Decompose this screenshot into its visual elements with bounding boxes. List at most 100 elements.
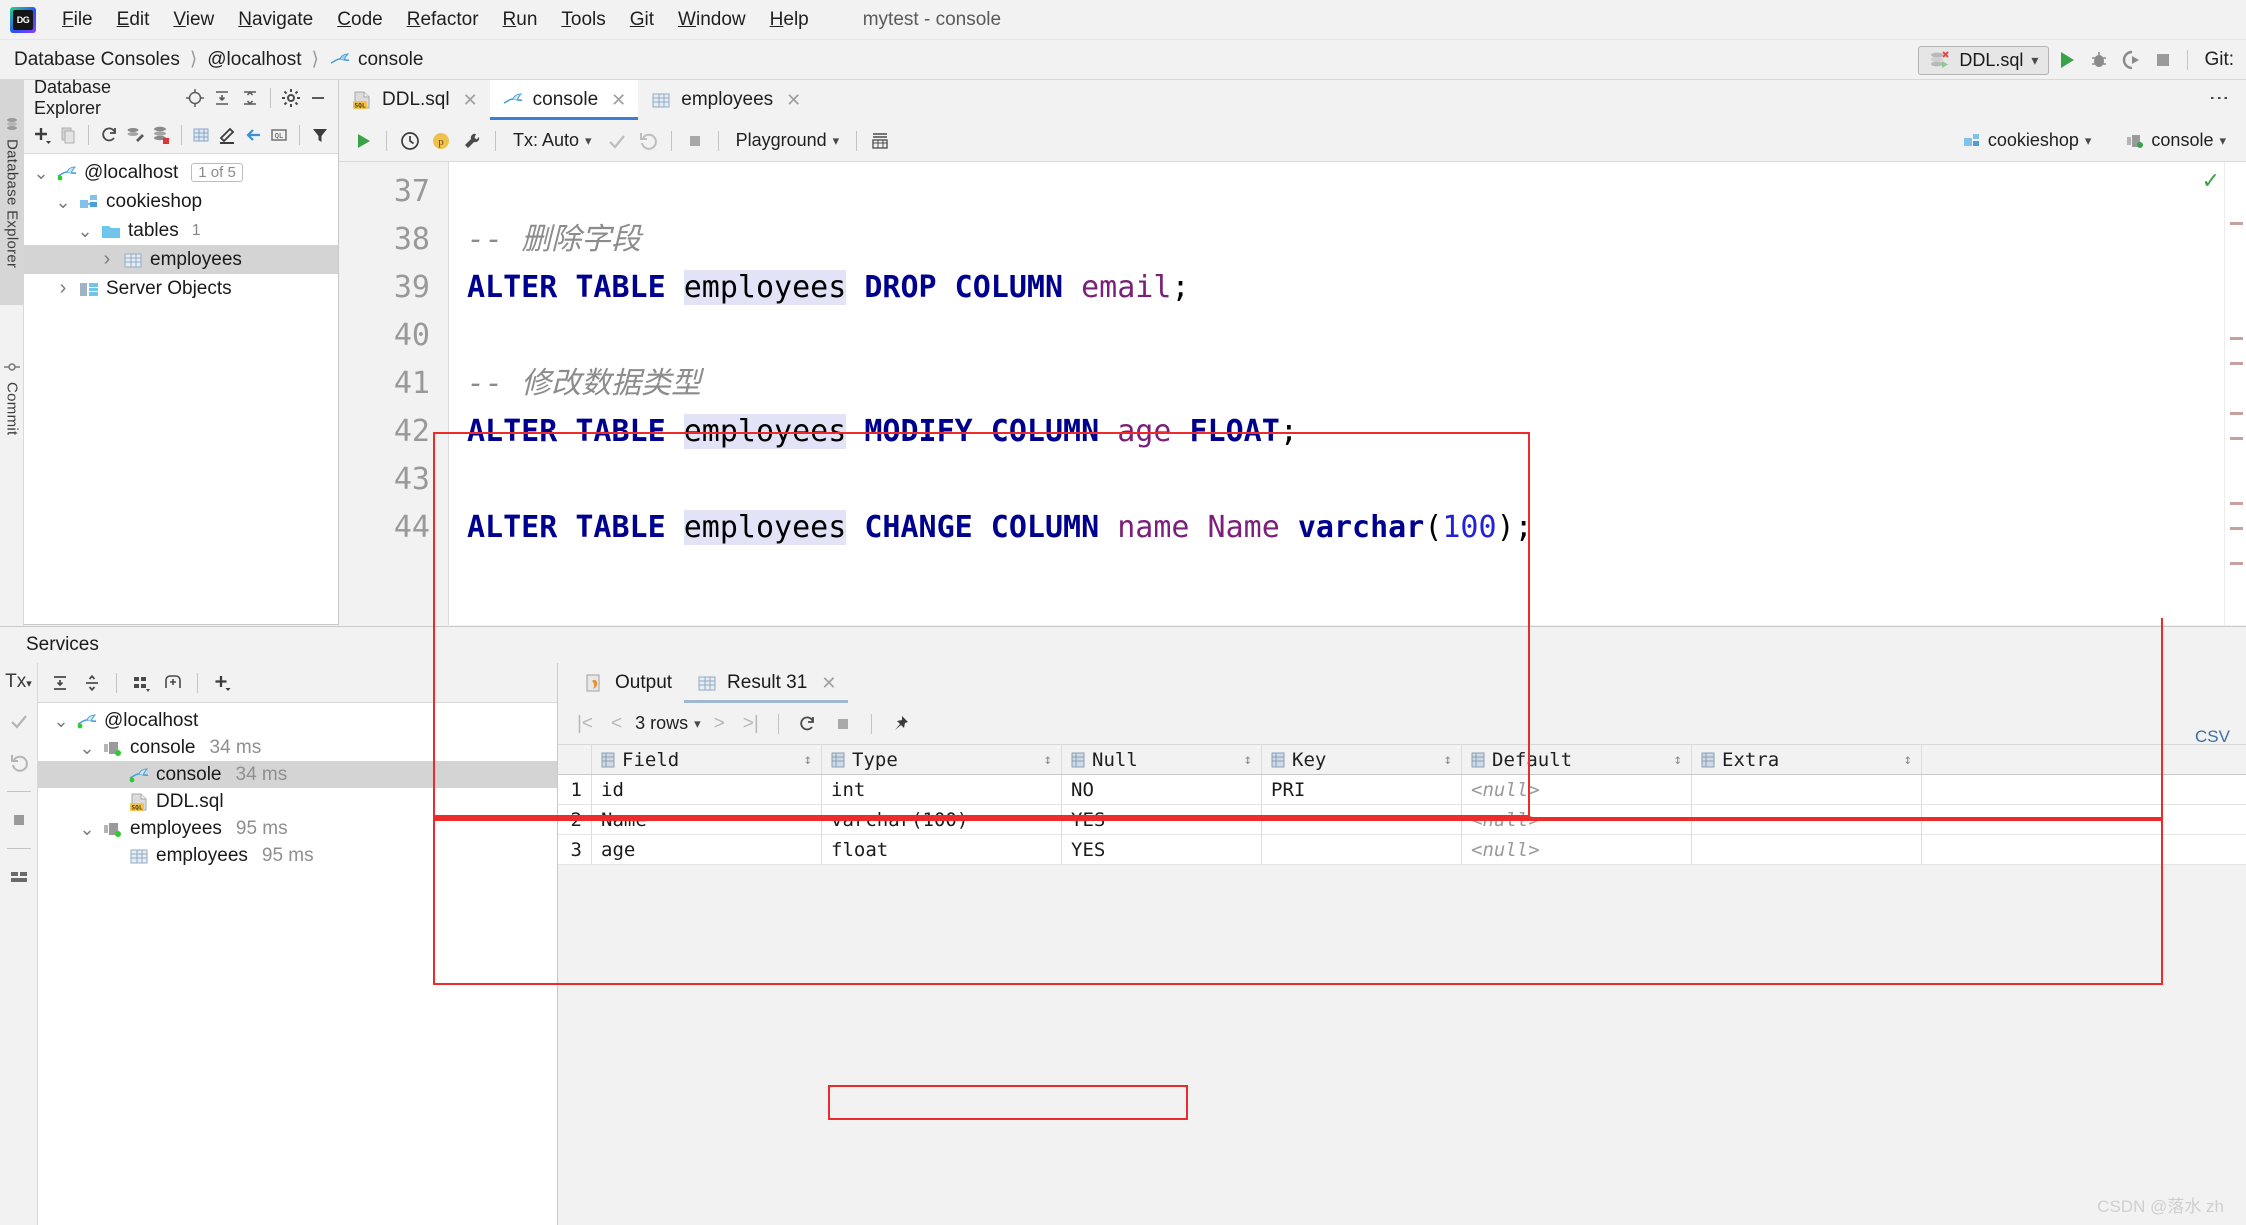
expand-all-icon[interactable]	[46, 669, 74, 697]
collapse-all-icon[interactable]	[236, 84, 264, 112]
expand-all-icon[interactable]	[209, 84, 237, 112]
table-cell-default[interactable]: <null>	[1462, 805, 1692, 834]
table-cell-type[interactable]: float	[822, 835, 1062, 864]
table-editor-icon[interactable]	[189, 121, 213, 149]
jump-to-icon[interactable]	[241, 121, 265, 149]
services-tree-item[interactable]: console 34 ms	[38, 761, 557, 788]
sql-code-text[interactable]: -- 删除字段 ALTER TABLE employees DROP COLUMN…	[449, 162, 2246, 625]
result-tab-output[interactable]: Output	[572, 663, 684, 703]
menu-item-file[interactable]: File	[50, 5, 105, 35]
sort-icon[interactable]: ↕	[1444, 752, 1452, 768]
table-cell-default[interactable]: <null>	[1462, 775, 1692, 804]
tree-item-localhost[interactable]: ⌄ @localhost 1 of 5	[24, 158, 338, 187]
breadcrumb-item-localhost[interactable]: @localhost	[207, 49, 301, 71]
session-selector[interactable]: console ▾	[2117, 130, 2234, 151]
layout-icon[interactable]	[5, 863, 33, 891]
tree-item-serverobjects[interactable]: › Server Objects	[24, 274, 338, 303]
query-console-icon[interactable]: QL	[267, 121, 291, 149]
menu-item-git[interactable]: Git	[618, 5, 666, 35]
services-tree-item[interactable]: ⌄ @localhost	[38, 707, 557, 734]
table-row[interactable]: 3 age float YES <null>	[558, 835, 2246, 865]
editor-tab-console[interactable]: console ✕	[489, 80, 639, 120]
sidebar-item-database-explorer[interactable]: Database Explorer	[0, 80, 24, 305]
export-format-label[interactable]: CSV	[2195, 727, 2230, 747]
code-line[interactable]	[467, 312, 2246, 360]
menu-item-view[interactable]: View	[161, 5, 226, 35]
pin-icon[interactable]	[886, 710, 914, 738]
column-header-field[interactable]: Field ↕	[592, 745, 822, 774]
locate-icon[interactable]	[181, 84, 209, 112]
result-grid[interactable]: Field ↕ Type ↕ Null ↕ Key ↕ Default ↕ Extra ↕ 1 id int…	[558, 745, 2246, 865]
database-selector[interactable]: cookieshop ▾	[1954, 130, 2100, 151]
menu-item-code[interactable]: Code	[325, 5, 394, 35]
prev-page-button[interactable]: <	[606, 713, 627, 735]
hide-panel-icon[interactable]	[304, 84, 332, 112]
sort-icon[interactable]: ↕	[804, 752, 812, 768]
group-icon[interactable]	[127, 669, 155, 697]
run-configuration-selector[interactable]: DDL.sql ▾	[1918, 45, 2050, 75]
chevron-down-icon[interactable]: ⌄	[52, 712, 70, 730]
collapse-all-icon[interactable]	[78, 669, 106, 697]
menu-item-edit[interactable]: Edit	[105, 5, 162, 35]
last-page-button[interactable]: >|	[738, 713, 764, 735]
stop-icon[interactable]	[2149, 46, 2177, 74]
menu-item-refactor[interactable]: Refactor	[395, 5, 491, 35]
services-tree-item[interactable]: ⌄ employees 95 ms	[38, 815, 557, 842]
code-line[interactable]: ALTER TABLE employees CHANGE COLUMN name…	[467, 504, 2246, 552]
row-count-selector[interactable]: 3 rows ▾	[635, 713, 701, 734]
result-tab-result-31[interactable]: Result 31 ✕	[684, 663, 849, 703]
table-cell-extra[interactable]	[1692, 835, 1922, 864]
table-cell-field[interactable]: age	[592, 835, 822, 864]
table-row[interactable]: 1 id int NO PRI <null>	[558, 775, 2246, 805]
debug-icon[interactable]	[2085, 46, 2113, 74]
wrench-icon[interactable]	[458, 127, 486, 155]
menu-item-navigate[interactable]: Navigate	[226, 5, 325, 35]
tx-dropdown[interactable]: Tx▾	[5, 671, 32, 693]
menu-item-window[interactable]: Window	[666, 5, 758, 35]
close-icon[interactable]: ✕	[786, 90, 801, 111]
table-cell-field[interactable]: Name	[592, 805, 822, 834]
chevron-down-icon[interactable]: ⌄	[54, 193, 72, 211]
breadcrumb-item-console[interactable]: console	[329, 49, 423, 71]
table-cell-key[interactable]: PRI	[1262, 775, 1462, 804]
chevron-down-icon[interactable]: ⌄	[78, 739, 96, 757]
sidebar-item-commit[interactable]: Commit	[0, 310, 24, 485]
column-header-null[interactable]: Null ↕	[1062, 745, 1262, 774]
datasource-modify-icon[interactable]	[123, 121, 147, 149]
table-cell-type[interactable]: varchar(100)	[822, 805, 1062, 834]
add-tab-icon[interactable]	[159, 669, 187, 697]
refresh-icon[interactable]	[97, 121, 121, 149]
menu-item-run[interactable]: Run	[491, 5, 550, 35]
chevron-right-icon[interactable]: ›	[98, 248, 116, 271]
next-page-button[interactable]: >	[709, 713, 730, 735]
menu-item-tools[interactable]: Tools	[549, 5, 617, 35]
history-icon[interactable]	[396, 127, 424, 155]
tree-item-cookieshop[interactable]: ⌄ cookieshop	[24, 187, 338, 216]
menu-item-help[interactable]: Help	[758, 5, 821, 35]
editor-tab-employees[interactable]: employees ✕	[638, 80, 814, 120]
transaction-mode-selector[interactable]: Tx: Auto ▾	[505, 130, 600, 151]
column-header-key[interactable]: Key ↕	[1262, 745, 1462, 774]
tree-item-tables[interactable]: ⌄ tables 1	[24, 216, 338, 245]
inspection-status-icon[interactable]: ✓	[2202, 168, 2220, 194]
run-with-coverage-icon[interactable]	[2117, 46, 2145, 74]
table-cell-type[interactable]: int	[822, 775, 1062, 804]
chevron-down-icon[interactable]: ⌄	[76, 222, 94, 240]
column-header-default[interactable]: Default ↕	[1462, 745, 1692, 774]
code-line[interactable]	[467, 168, 2246, 216]
editor-marker-scrollbar[interactable]	[2224, 162, 2246, 625]
sort-icon[interactable]: ↕	[1904, 752, 1912, 768]
output-layout-icon[interactable]	[866, 127, 894, 155]
table-cell-null[interactable]: YES	[1062, 835, 1262, 864]
services-tree-item[interactable]: employees 95 ms	[38, 842, 557, 869]
first-page-button[interactable]: |<	[572, 713, 598, 735]
execute-icon[interactable]	[349, 127, 377, 155]
code-line[interactable]: ALTER TABLE employees DROP COLUMN email;	[467, 264, 2246, 312]
code-line[interactable]	[467, 456, 2246, 504]
tree-item-employees[interactable]: › employees	[24, 245, 338, 274]
column-header-extra[interactable]: Extra ↕	[1692, 745, 1922, 774]
table-cell-extra[interactable]	[1692, 775, 1922, 804]
run-icon[interactable]	[2053, 46, 2081, 74]
code-line[interactable]: -- 删除字段	[467, 216, 2246, 264]
sort-icon[interactable]: ↕	[1674, 752, 1682, 768]
